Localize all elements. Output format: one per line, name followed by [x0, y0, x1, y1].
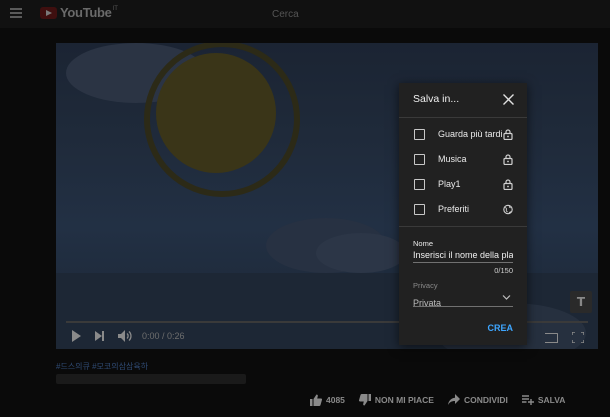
playlist-label: Musica — [438, 154, 467, 164]
save-to-playlist-dialog: Salva in... Guarda più tardi Musica Play… — [399, 83, 527, 345]
globe-icon — [503, 204, 513, 215]
share-button[interactable]: CONDIVIDI — [447, 394, 508, 406]
cast-icon[interactable] — [545, 332, 558, 343]
menu-icon[interactable] — [10, 8, 22, 18]
channel-watermark[interactable]: T — [570, 291, 592, 313]
top-bar: YouTube IT — [0, 0, 610, 28]
like-button[interactable]: 4085 — [310, 394, 345, 406]
logo-text: YouTube — [60, 5, 112, 20]
search-input[interactable] — [206, 5, 476, 24]
dialog-title: Salva in... — [413, 93, 460, 105]
dislike-label: NON MI PIACE — [374, 395, 434, 405]
playlist-checkbox[interactable] — [414, 154, 425, 165]
dialog-header: Salva in... — [399, 83, 527, 118]
share-label: CONDIVIDI — [463, 395, 508, 405]
fullscreen-icon[interactable] — [572, 332, 584, 343]
privacy-value: Privata — [413, 298, 442, 308]
youtube-logo[interactable]: YouTube IT — [40, 5, 118, 20]
volume-icon[interactable] — [118, 330, 132, 342]
save-button[interactable]: SALVA — [521, 394, 566, 406]
playlist-checkbox[interactable] — [414, 179, 425, 190]
playlist-item-guarda-piu-tardi[interactable]: Guarda più tardi — [399, 122, 527, 147]
privacy-label: Privacy — [413, 281, 438, 290]
lock-icon — [503, 154, 513, 165]
thumb-up-icon — [310, 394, 322, 406]
video-actions: 4085 NON MI PIACE CONDIVIDI SALVA — [310, 394, 565, 406]
logo-region: IT — [112, 5, 118, 12]
playlist-label: Play1 — [438, 179, 461, 189]
thumb-down-icon — [358, 394, 371, 406]
playlist-add-icon — [521, 395, 534, 405]
video-frame-cloud — [316, 233, 406, 273]
playlist-list: Guarda più tardi Musica Play1 Preferiti — [399, 118, 527, 227]
video-frame-sun — [156, 53, 276, 173]
like-count: 4085 — [326, 395, 345, 405]
share-icon — [447, 394, 460, 405]
play-icon[interactable] — [72, 330, 81, 342]
youtube-play-icon — [40, 6, 57, 19]
video-title — [56, 374, 246, 384]
playlist-item-preferiti[interactable]: Preferiti — [399, 197, 527, 222]
lock-icon — [503, 129, 513, 140]
next-icon[interactable] — [95, 331, 104, 341]
hashtags[interactable]: #드스의큐 #모코의삼삼육하 — [56, 361, 148, 372]
save-label: SALVA — [537, 395, 566, 405]
playlist-checkbox[interactable] — [414, 129, 425, 140]
create-button[interactable]: CREA — [487, 323, 513, 333]
playlist-item-play1[interactable]: Play1 — [399, 172, 527, 197]
chevron-down-icon — [502, 295, 511, 300]
playlist-label: Preferiti — [438, 204, 470, 214]
dislike-button[interactable]: NON MI PIACE — [358, 394, 434, 406]
lock-icon — [503, 179, 513, 190]
privacy-select[interactable]: Privata — [413, 293, 513, 308]
close-icon[interactable] — [502, 93, 515, 106]
player-controls-right — [545, 332, 584, 343]
playlist-item-musica[interactable]: Musica — [399, 147, 527, 172]
playlist-checkbox[interactable] — [414, 204, 425, 215]
search-box — [206, 4, 476, 24]
privacy-field: Privacy Privata — [413, 281, 513, 308]
new-playlist-name-field: Nome 0/150 — [413, 239, 513, 275]
playlist-label: Guarda più tardi — [438, 129, 503, 139]
time-display: 0:00 / 0:26 — [142, 331, 185, 341]
playlist-name-input[interactable] — [413, 250, 513, 263]
name-label: Nome — [413, 239, 434, 248]
char-counter: 0/150 — [494, 266, 513, 275]
